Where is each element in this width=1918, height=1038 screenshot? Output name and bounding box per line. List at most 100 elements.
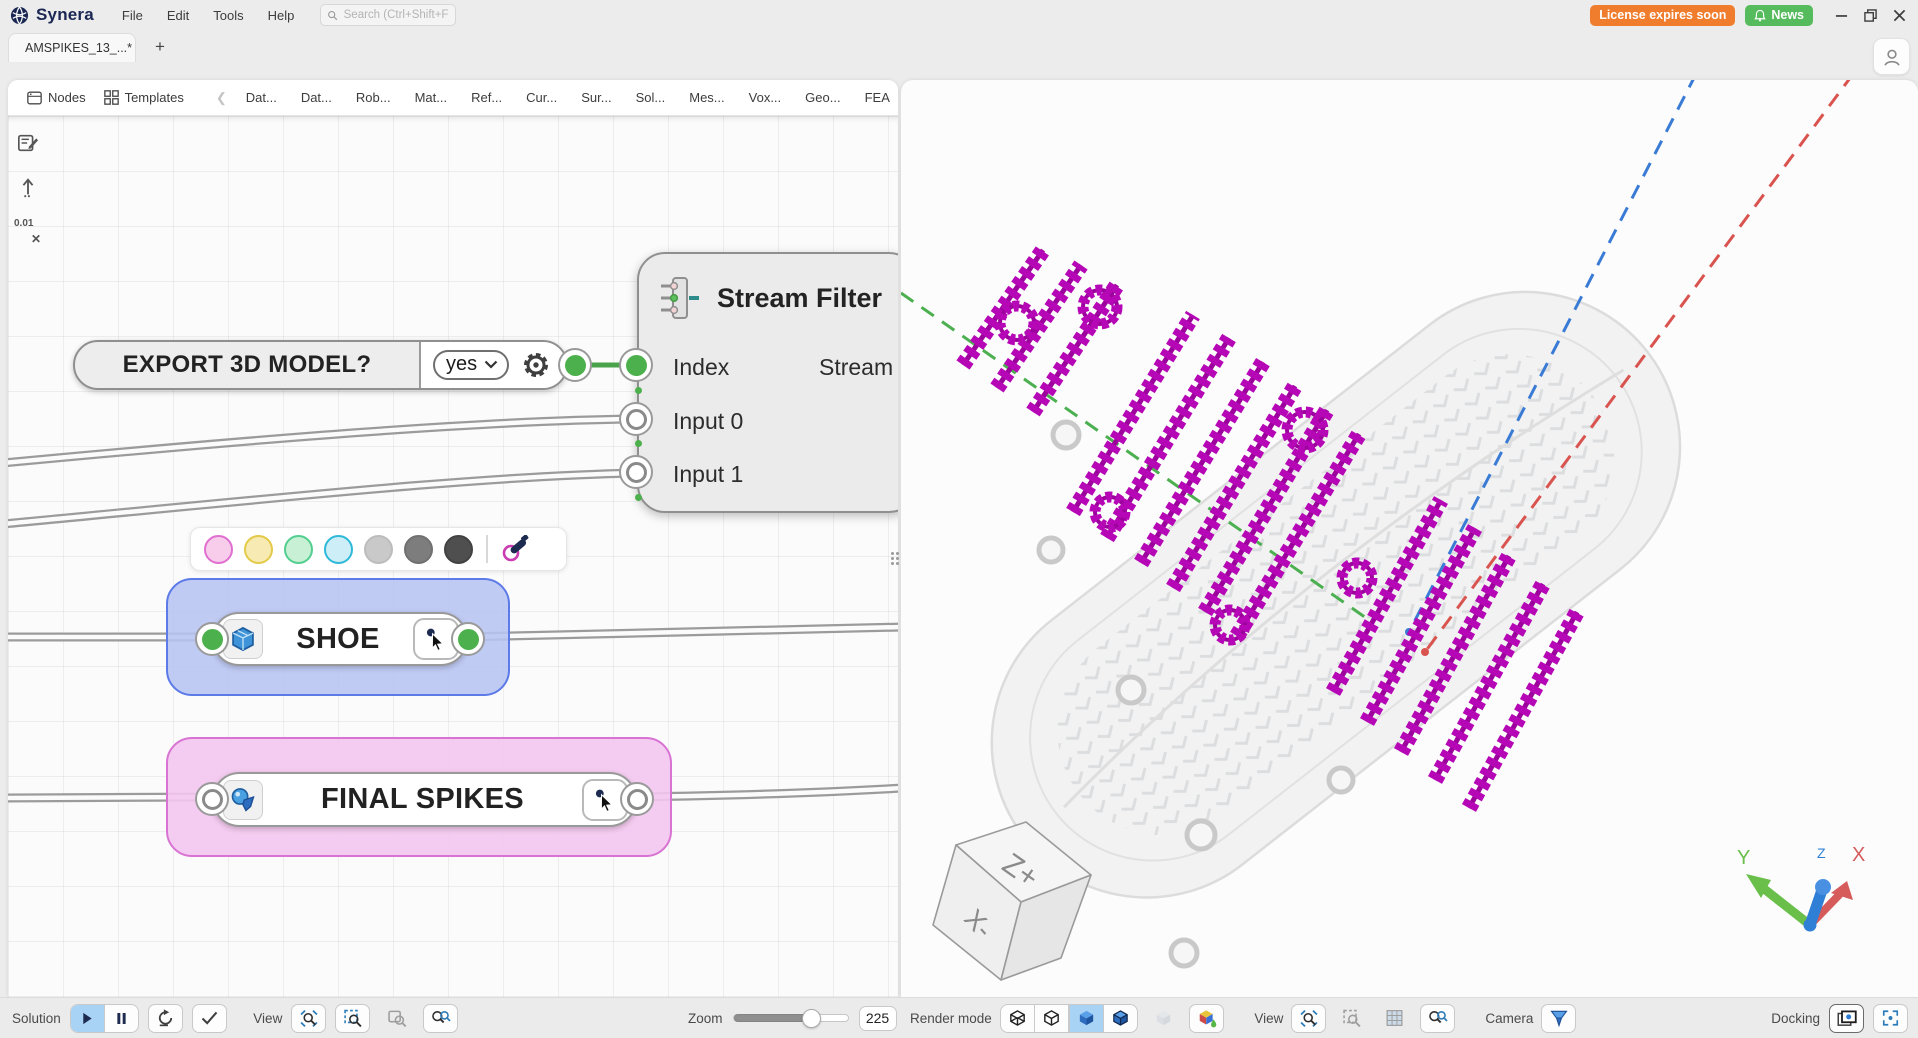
- dock-panel-button[interactable]: [1829, 1004, 1864, 1033]
- category-tab-geometry[interactable]: Geo...: [793, 85, 852, 110]
- grid-icon: [1385, 1009, 1404, 1027]
- index-input-port[interactable]: [619, 348, 653, 382]
- pause-button[interactable]: [105, 1005, 138, 1032]
- export-3d-model-node[interactable]: EXPORT 3D MODEL? yes: [73, 340, 568, 390]
- global-search[interactable]: [320, 4, 456, 26]
- category-tab-voxels[interactable]: Vox...: [737, 85, 794, 110]
- loop-solution-button[interactable]: [148, 1004, 183, 1033]
- render-shaded-button[interactable]: [1070, 1005, 1103, 1032]
- viewport-grid-button: [1377, 1004, 1412, 1033]
- viewport-search-button[interactable]: [1420, 1004, 1455, 1033]
- gear-icon[interactable]: [522, 351, 550, 379]
- news-badge[interactable]: News: [1745, 5, 1813, 26]
- view-label-right: View: [1254, 1011, 1283, 1026]
- category-tab-materials[interactable]: Mat...: [403, 85, 460, 110]
- news-label: News: [1771, 8, 1804, 22]
- nodes-tab[interactable]: Nodes: [18, 85, 95, 110]
- eyedropper-icon[interactable]: [501, 535, 529, 563]
- export-yes-dropdown[interactable]: yes: [433, 350, 509, 380]
- render-wireframe-button[interactable]: [1001, 1005, 1034, 1032]
- templates-label: Templates: [125, 90, 184, 105]
- menu-edit[interactable]: Edit: [157, 4, 199, 27]
- annotation-icon[interactable]: [15, 130, 41, 156]
- input1-port[interactable]: [619, 455, 653, 489]
- panel-splitter-handle[interactable]: [890, 540, 900, 576]
- category-tab-surfaces[interactable]: Sur...: [569, 85, 623, 110]
- final-spikes-group-node[interactable]: FINAL SPIKES: [166, 737, 672, 857]
- shoe-node-pill[interactable]: SHOE: [212, 612, 468, 666]
- final-spikes-node-pill[interactable]: FINAL SPIKES: [212, 772, 637, 827]
- port-add-dot[interactable]: [635, 494, 642, 501]
- swatch-yellow[interactable]: [244, 535, 273, 564]
- category-tab-data1[interactable]: Dat...: [234, 85, 289, 110]
- fit-view-button[interactable]: [291, 1004, 326, 1033]
- tolerance-value: 0.01: [14, 218, 33, 229]
- swatch-gray[interactable]: [404, 535, 433, 564]
- color-palette: [190, 527, 567, 571]
- validate-button[interactable]: [192, 1004, 227, 1033]
- document-tab[interactable]: AMSPIKES_13_...*: [8, 33, 136, 62]
- zoom-slider[interactable]: [733, 1014, 849, 1022]
- category-tab-solids[interactable]: Sol...: [624, 85, 678, 110]
- category-tab-meshes[interactable]: Mes...: [677, 85, 736, 110]
- search-input[interactable]: [344, 9, 450, 21]
- swatch-dark-gray[interactable]: [444, 535, 473, 564]
- viewport-fit-button[interactable]: [1291, 1004, 1326, 1033]
- swatch-pink[interactable]: [204, 535, 233, 564]
- shoe-group-node[interactable]: SHOE: [166, 578, 510, 696]
- red-line-tip: [1421, 648, 1429, 656]
- viewport-3d[interactable]: Z+ X- Y X Z: [901, 80, 1918, 997]
- search-icon: [327, 9, 338, 22]
- tolerance-tool[interactable]: 0.01 ✕: [14, 218, 42, 246]
- minimize-icon[interactable]: [1835, 9, 1848, 22]
- menu-help[interactable]: Help: [258, 4, 305, 27]
- zoom-slider-thumb[interactable]: [802, 1009, 821, 1028]
- menu-tools[interactable]: Tools: [203, 4, 253, 27]
- render-hidden-line-button[interactable]: [1035, 1005, 1068, 1032]
- category-tab-data2[interactable]: Dat...: [289, 85, 344, 110]
- app-logo: Synera: [10, 5, 94, 25]
- render-shaded-edges-button[interactable]: [1104, 1005, 1137, 1032]
- zoom-selection-button[interactable]: [335, 1004, 370, 1033]
- category-tab-reference[interactable]: Ref...: [459, 85, 514, 110]
- search-nodes-button[interactable]: [423, 1004, 458, 1033]
- play-button[interactable]: [71, 1005, 104, 1032]
- upload-arrow-icon[interactable]: [15, 174, 41, 200]
- swatch-light-gray[interactable]: [364, 535, 393, 564]
- camera-button[interactable]: [1541, 1004, 1576, 1033]
- swatch-cyan[interactable]: [324, 535, 353, 564]
- fullscreen-button[interactable]: [1873, 1004, 1908, 1033]
- port-add-dot[interactable]: [635, 440, 642, 447]
- license-badge[interactable]: License expires soon: [1590, 5, 1735, 26]
- solution-label: Solution: [12, 1011, 61, 1026]
- input0-port[interactable]: [619, 402, 653, 436]
- restore-icon[interactable]: [1864, 9, 1877, 22]
- new-tab-button[interactable]: +: [148, 35, 172, 59]
- export-output-port[interactable]: [558, 348, 592, 382]
- category-tab-curves[interactable]: Cur...: [514, 85, 569, 110]
- shoe-output-port[interactable]: [451, 622, 485, 656]
- final-spikes-input-port[interactable]: [195, 782, 229, 816]
- swatch-green[interactable]: [284, 535, 313, 564]
- render-material-button[interactable]: [1189, 1004, 1224, 1033]
- double-magnifier-icon: [430, 1009, 451, 1028]
- bell-icon: [1754, 9, 1766, 22]
- category-tab-robotics[interactable]: Rob...: [344, 85, 403, 110]
- port-label-input1: Input 1: [673, 457, 743, 491]
- canvas-zoom-controls: Zoom 225: [688, 998, 897, 1038]
- zoom-value[interactable]: 225: [859, 1006, 897, 1031]
- user-avatar-button[interactable]: [1873, 38, 1910, 75]
- close-icon[interactable]: [1893, 9, 1906, 22]
- palette-separator: [486, 535, 488, 563]
- menu-file[interactable]: File: [112, 4, 153, 27]
- port-add-dot[interactable]: [635, 387, 642, 394]
- templates-tab[interactable]: Templates: [95, 85, 193, 110]
- final-spikes-output-port[interactable]: [620, 782, 654, 816]
- shoe-node-label: SHOE: [263, 623, 413, 656]
- stream-filter-title: Stream Filter: [717, 283, 882, 314]
- node-canvas[interactable]: 0.01 ✕ EXPORT 3D MODEL? yes: [8, 116, 898, 997]
- scroll-left-icon[interactable]: ❮: [209, 90, 234, 106]
- shoe-input-port[interactable]: [195, 622, 229, 656]
- category-tab-fea[interactable]: FEA: [853, 85, 898, 110]
- stream-filter-node[interactable]: Stream Filter Index Input 0 Input 1 Stre…: [637, 252, 898, 513]
